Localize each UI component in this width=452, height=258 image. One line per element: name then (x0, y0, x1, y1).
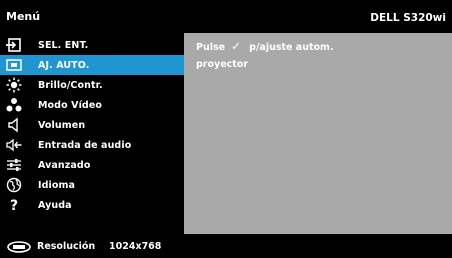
svg-text:?: ? (10, 198, 18, 213)
menu-item-volume[interactable]: Volumen (0, 115, 184, 135)
video-mode-icon (6, 97, 22, 113)
audio-input-icon (6, 137, 22, 153)
resolution-value: 1024x768 (109, 241, 162, 252)
content-panel: Pulse ✓ p/ajuste autom. proyector (184, 33, 452, 234)
brightness-icon (6, 77, 22, 93)
menu-item-auto-adjust[interactable]: AJ. AUTO. (0, 55, 184, 75)
menu-item-label: Entrada de audio (38, 139, 132, 151)
instruction-text-line2: proyector (196, 59, 249, 70)
speaker-icon (6, 117, 22, 133)
menu-item-label: AJ. AUTO. (38, 59, 90, 71)
menu-item-language[interactable]: Idioma (0, 175, 184, 195)
menu-item-label: Modo Vídeo (38, 99, 102, 111)
menu-item-label: SEL. ENT. (38, 39, 89, 51)
menu-item-advanced[interactable]: Avanzado (0, 155, 184, 175)
menu-item-brightness-contrast[interactable]: Brillo/Contr. (0, 75, 184, 95)
menu-item-label: Idioma (38, 179, 76, 191)
resolution-icon (6, 239, 32, 253)
menu-item-label: Avanzado (38, 159, 91, 171)
advanced-settings-icon (6, 157, 22, 173)
menu-item-audio-input[interactable]: Entrada de audio (0, 135, 184, 155)
input-select-icon (6, 37, 22, 53)
projector-model: DELL S320wi (370, 12, 446, 24)
menu-item-help[interactable]: ? Ayuda (0, 195, 184, 215)
globe-icon (6, 177, 22, 193)
menu-item-label: Ayuda (38, 199, 72, 211)
menu-sidebar: SEL. ENT. AJ. AUTO. Brillo/Contr. Modo V… (0, 33, 184, 234)
auto-adjust-instruction: Pulse ✓ p/ajuste autom. (196, 39, 334, 53)
resolution-label: Resolución (37, 241, 96, 252)
menu-item-input-select[interactable]: SEL. ENT. (0, 35, 184, 55)
instruction-text: p/ajuste autom. (249, 42, 334, 53)
status-bar: Resolución 1024x768 (0, 234, 452, 258)
menu-item-label: Brillo/Contr. (38, 79, 103, 91)
auto-adjust-icon (6, 57, 22, 73)
menu-item-label: Volumen (38, 119, 86, 131)
checkmark-icon: ✓ (231, 39, 242, 53)
menu-title: Menú (6, 10, 41, 23)
help-icon: ? (6, 197, 22, 213)
menu-header: Menú DELL S320wi (0, 0, 452, 33)
menu-item-video-mode[interactable]: Modo Vídeo (0, 95, 184, 115)
instruction-text: Pulse (196, 42, 226, 53)
